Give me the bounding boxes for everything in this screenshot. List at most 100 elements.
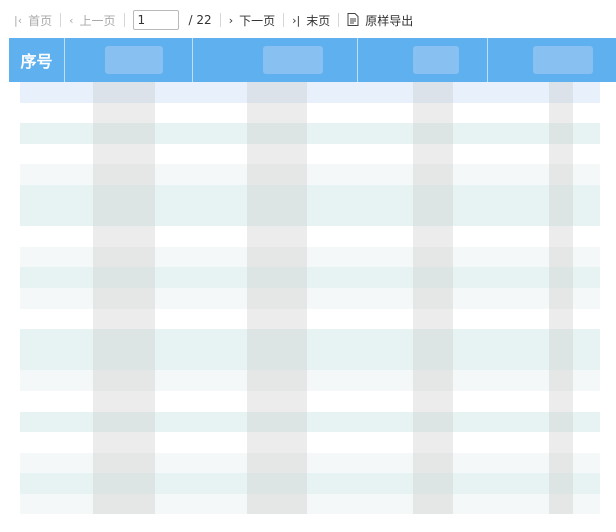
blurred-cell xyxy=(549,390,573,412)
table-row[interactable] xyxy=(20,370,600,391)
first-page-label: 首页 xyxy=(28,13,53,28)
blurred-cell xyxy=(93,493,155,515)
table-row[interactable] xyxy=(20,308,600,330)
blurred-cell xyxy=(413,308,453,330)
blurred-cell xyxy=(549,452,573,474)
table-row[interactable] xyxy=(20,184,600,206)
table-row[interactable] xyxy=(20,287,600,309)
blurred-cell xyxy=(549,287,573,309)
blurred-cell xyxy=(93,102,155,124)
blurred-cell xyxy=(413,349,453,371)
page-total: / 22 xyxy=(188,13,212,27)
blurred-cell xyxy=(247,411,307,433)
header-cell-index: 序号 xyxy=(9,38,65,82)
pagination-toolbar: |‹ 首页 ‹ 上一页 / 22 › 下一页 ›| 末页 原样导出 xyxy=(0,0,616,40)
next-page-button[interactable]: › 下一页 xyxy=(229,10,275,30)
blurred-cell xyxy=(413,267,453,288)
divider xyxy=(338,13,340,27)
blurred-cell xyxy=(93,473,155,494)
table-row[interactable] xyxy=(20,432,600,453)
blurred-cell xyxy=(549,308,573,330)
header-cell xyxy=(358,38,488,82)
blurred-cell xyxy=(93,349,155,371)
blurred-cell xyxy=(93,370,155,391)
blurred-cell xyxy=(247,205,307,227)
blurred-header-text xyxy=(533,46,593,74)
blurred-cell xyxy=(549,473,573,494)
blurred-header-text xyxy=(413,46,459,74)
blurred-cell xyxy=(247,267,307,288)
header-index-label: 序号 xyxy=(20,52,53,71)
table-row[interactable] xyxy=(20,390,600,412)
table-row[interactable] xyxy=(20,226,600,247)
blurred-cell xyxy=(247,143,307,165)
blurred-cell xyxy=(93,390,155,412)
header-cell xyxy=(65,38,193,82)
table-row[interactable] xyxy=(20,82,600,103)
blurred-cell xyxy=(413,102,453,124)
header-cell xyxy=(488,38,616,82)
blurred-cell xyxy=(93,411,155,433)
blurred-header-text xyxy=(105,46,163,74)
first-page-button[interactable]: |‹ 首页 xyxy=(14,10,52,30)
prev-page-button[interactable]: ‹ 上一页 xyxy=(69,10,115,30)
blurred-cell xyxy=(413,329,453,350)
blurred-cell xyxy=(549,82,573,103)
blurred-cell xyxy=(549,123,573,144)
blurred-cell xyxy=(549,143,573,165)
last-page-icon: ›| xyxy=(292,13,301,27)
table-row[interactable] xyxy=(20,123,600,144)
table-row[interactable] xyxy=(20,267,600,288)
blurred-cell xyxy=(247,370,307,391)
blurred-cell xyxy=(93,164,155,185)
prev-page-icon: ‹ xyxy=(69,13,74,27)
blurred-cell xyxy=(247,493,307,515)
blurred-cell xyxy=(93,184,155,206)
table-row[interactable] xyxy=(20,143,600,165)
blurred-cell xyxy=(549,205,573,227)
blurred-cell xyxy=(93,246,155,268)
blurred-cell xyxy=(93,287,155,309)
table-row[interactable] xyxy=(20,452,600,474)
blurred-cell xyxy=(413,184,453,206)
blurred-header-text xyxy=(263,46,323,74)
blurred-cell xyxy=(413,226,453,247)
table-row[interactable] xyxy=(20,246,600,268)
blurred-cell xyxy=(549,349,573,371)
blurred-cell xyxy=(549,246,573,268)
blurred-cell xyxy=(247,308,307,330)
blurred-cell xyxy=(247,390,307,412)
blurred-cell xyxy=(549,432,573,453)
blurred-cell xyxy=(413,370,453,391)
table-row[interactable] xyxy=(20,102,600,124)
blurred-cell xyxy=(93,267,155,288)
blurred-cell xyxy=(549,164,573,185)
table-row[interactable] xyxy=(20,205,600,227)
table-header: 序号 xyxy=(9,38,616,82)
last-page-button[interactable]: ›| 末页 xyxy=(292,10,330,30)
blurred-cell xyxy=(549,184,573,206)
next-page-label: 下一页 xyxy=(239,13,276,28)
table-body xyxy=(9,82,616,532)
blurred-cell xyxy=(413,432,453,453)
blurred-cell xyxy=(93,82,155,103)
document-export-icon xyxy=(347,12,359,28)
blurred-cell xyxy=(413,493,453,515)
table-row[interactable] xyxy=(20,473,600,494)
divider xyxy=(283,13,285,27)
export-button[interactable]: 原样导出 xyxy=(347,10,413,30)
table-row[interactable] xyxy=(20,329,600,350)
blurred-cell xyxy=(549,370,573,391)
blurred-cell xyxy=(247,452,307,474)
table-row[interactable] xyxy=(20,411,600,433)
table-row[interactable] xyxy=(20,349,600,371)
divider xyxy=(219,13,221,27)
table-row[interactable] xyxy=(20,493,600,515)
next-page-icon: › xyxy=(228,13,234,27)
blurred-cell xyxy=(247,102,307,124)
blurred-cell xyxy=(413,82,453,103)
table-row[interactable] xyxy=(20,164,600,185)
page-number-input[interactable] xyxy=(132,10,179,30)
blurred-cell xyxy=(93,452,155,474)
blurred-cell xyxy=(247,349,307,371)
